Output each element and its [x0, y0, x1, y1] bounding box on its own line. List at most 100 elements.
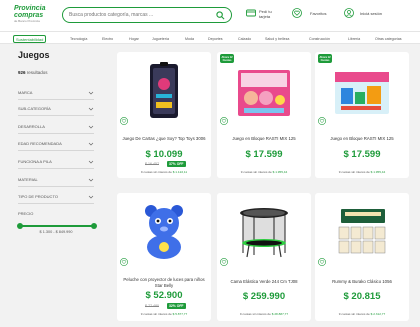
category-tecnologia[interactable]: Tecnología [70, 35, 87, 43]
category-libreria[interactable]: Librería [348, 35, 360, 43]
provincia-compras-logo[interactable]: Provincia compras de Banco Provincia [14, 5, 56, 27]
chevron-down-icon [88, 107, 94, 111]
category-calzado[interactable]: Calzado [238, 35, 251, 43]
category-bar: Sustentabilidad Tecnología Electro Hogar… [0, 31, 420, 44]
category-sustentabilidad[interactable]: Sustentabilidad [13, 35, 47, 43]
product-card[interactable]: Ahora 12 Cuotas Juego en Bloque RASTI MI… [217, 52, 311, 178]
cuotas-text: 9 cuotas sin interés de [140, 312, 172, 316]
product-image[interactable] [236, 64, 292, 120]
product-price: $ 17.599 [343, 149, 381, 160]
user-icon [344, 8, 354, 18]
product-name[interactable]: Juego De Cartas ¿que Soy? Top Toys 3006 [121, 136, 207, 142]
logo-tagline: de Banco Provincia [14, 19, 40, 23]
product-price: $ 20.815 [343, 291, 381, 302]
filter-material[interactable]: MATERIAL [18, 175, 94, 187]
filter-label: DESARROLLA [18, 124, 45, 129]
login-label: Iniciá sesión [360, 11, 383, 16]
product-image[interactable] [148, 62, 180, 120]
cuotas-value: $ 1.122,11 [172, 170, 188, 174]
product-name[interactable]: Juego en Bloque RASTI MIX 125 [319, 136, 405, 142]
filter-tipo-producto[interactable]: TIPO DE PRODUCTO [18, 192, 94, 204]
category-salud-belleza[interactable]: Salud y belleza [265, 35, 289, 43]
filter-label: EDAD RECOMENDADA [18, 141, 62, 146]
product-image[interactable] [139, 201, 189, 259]
product-price: $ 259.990 [242, 291, 286, 302]
product-cuotas: 9 cuotas sin interés de $ 5.877,77 [117, 312, 211, 316]
pedi-tarjeta-label: Pedí tu tarjeta [259, 9, 272, 19]
filter-edad-recomendada[interactable]: EDAD RECOMENDADA [18, 139, 94, 151]
heart-icon[interactable] [120, 258, 128, 266]
heart-icon[interactable] [220, 258, 228, 266]
heart-icon [292, 8, 302, 18]
search-box[interactable] [62, 7, 232, 23]
product-name[interactable]: Juego en Bloque RASTI MIX 125 [221, 136, 307, 142]
page-title: Juegos [18, 50, 50, 60]
category-moda[interactable]: Moda [185, 35, 194, 43]
filter-subcategoria[interactable]: SUB-CATEGORÍA [18, 104, 94, 116]
cuotas-value: $ 1.955,44 [272, 170, 288, 174]
heart-icon[interactable] [220, 117, 228, 125]
cuotas-text: 9 cuotas sin interés de [140, 170, 172, 174]
product-name[interactable]: Peluche con proyector de luces para niño… [121, 277, 207, 288]
cuotas-text: 9 cuotas sin interés de [338, 312, 370, 316]
cuotas-value: $ 1.955,44 [370, 170, 386, 174]
login-link[interactable]: Iniciá sesión [344, 5, 390, 27]
price-slider[interactable] [17, 223, 97, 229]
filter-label: TIPO DE PRODUCTO [18, 194, 58, 199]
search-icon[interactable] [216, 11, 225, 20]
cuotas-text: 9 cuotas sin interés de [239, 312, 271, 316]
category-deportes[interactable]: Deportes [208, 35, 223, 43]
filter-desarrolla[interactable]: DESARROLLA [18, 122, 94, 134]
chevron-down-icon [88, 178, 94, 182]
price-filter-label: PRECIO [18, 211, 34, 216]
product-card[interactable]: Peluche con proyector de luces para niño… [117, 193, 211, 321]
top-header: Provincia compras de Banco Provincia Ped… [0, 0, 420, 31]
ahora-12-badge: Ahora 12 Cuotas [318, 54, 332, 63]
product-image[interactable] [237, 203, 291, 261]
product-cuotas: 9 cuotas sin interés de $ 1.955,44 [217, 170, 311, 174]
product-card[interactable]: Juego De Cartas ¿que Soy? Top Toys 3006 … [117, 52, 211, 178]
category-electro[interactable]: Electro [102, 35, 113, 43]
card-icon [246, 9, 256, 17]
cuotas-text: 9 cuotas sin interés de [240, 170, 272, 174]
results-count: 926 resultados [18, 70, 48, 75]
results-number: 926 [18, 70, 26, 75]
heart-icon[interactable] [318, 258, 326, 266]
heart-icon[interactable] [318, 117, 326, 125]
search-input[interactable] [69, 10, 209, 20]
product-card[interactable]: Cama Elástica Verde 244 Cm TJ08 $ 259.99… [217, 193, 311, 321]
filter-marca[interactable]: MARCA [18, 88, 94, 100]
favoritos-link[interactable]: Favoritos [292, 5, 336, 27]
logo-line2: compras [14, 12, 44, 19]
product-name[interactable]: Rummy & Burako Clásico 1056 [319, 279, 405, 285]
discount-badge: 37% OFF [167, 161, 186, 167]
category-construccion[interactable]: Construcción [309, 35, 330, 43]
heart-icon[interactable] [120, 117, 128, 125]
price-slider-min-handle[interactable] [17, 223, 23, 229]
results-text: resultados [26, 70, 48, 75]
category-otras[interactable]: Otras categorías [375, 35, 402, 43]
filter-label: FUNCIONA A PILA [18, 159, 52, 164]
product-image[interactable] [333, 66, 391, 118]
logo-line1: Provincia [14, 5, 46, 12]
product-card[interactable]: Ahora 12 Cuotas Juego en Bloque RASTI MI… [315, 52, 409, 178]
product-cuotas: 9 cuotas sin interés de $ 28.887,77 [217, 312, 311, 316]
product-price: $ 10.099 [145, 149, 183, 160]
price-slider-max-handle[interactable] [91, 223, 97, 229]
filter-label: MATERIAL [18, 177, 38, 182]
product-price: $ 52.900 [145, 290, 183, 301]
category-hogar[interactable]: Hogar [129, 35, 139, 43]
category-jugueteria[interactable]: Juguetería [152, 35, 169, 43]
chevron-down-icon [88, 160, 94, 164]
pedi-tarjeta-link[interactable]: Pedí tu tarjeta [246, 5, 282, 27]
product-old-price: $ 77.480 [145, 304, 159, 308]
product-image[interactable] [335, 207, 391, 257]
product-cuotas: 9 cuotas sin interés de $ 1.955,44 [315, 170, 409, 174]
product-card[interactable]: Rummy & Burako Clásico 1056 $ 20.815 9 c… [315, 193, 409, 321]
product-cuotas: 9 cuotas sin interés de $ 1.122,11 [117, 170, 211, 174]
chevron-down-icon [88, 91, 94, 95]
filter-label: MARCA [18, 90, 33, 95]
filter-funciona-a-pila[interactable]: FUNCIONA A PILA [18, 157, 94, 169]
cuotas-value: $ 28.887,77 [271, 312, 289, 316]
product-name[interactable]: Cama Elástica Verde 244 Cm TJ08 [221, 279, 307, 285]
